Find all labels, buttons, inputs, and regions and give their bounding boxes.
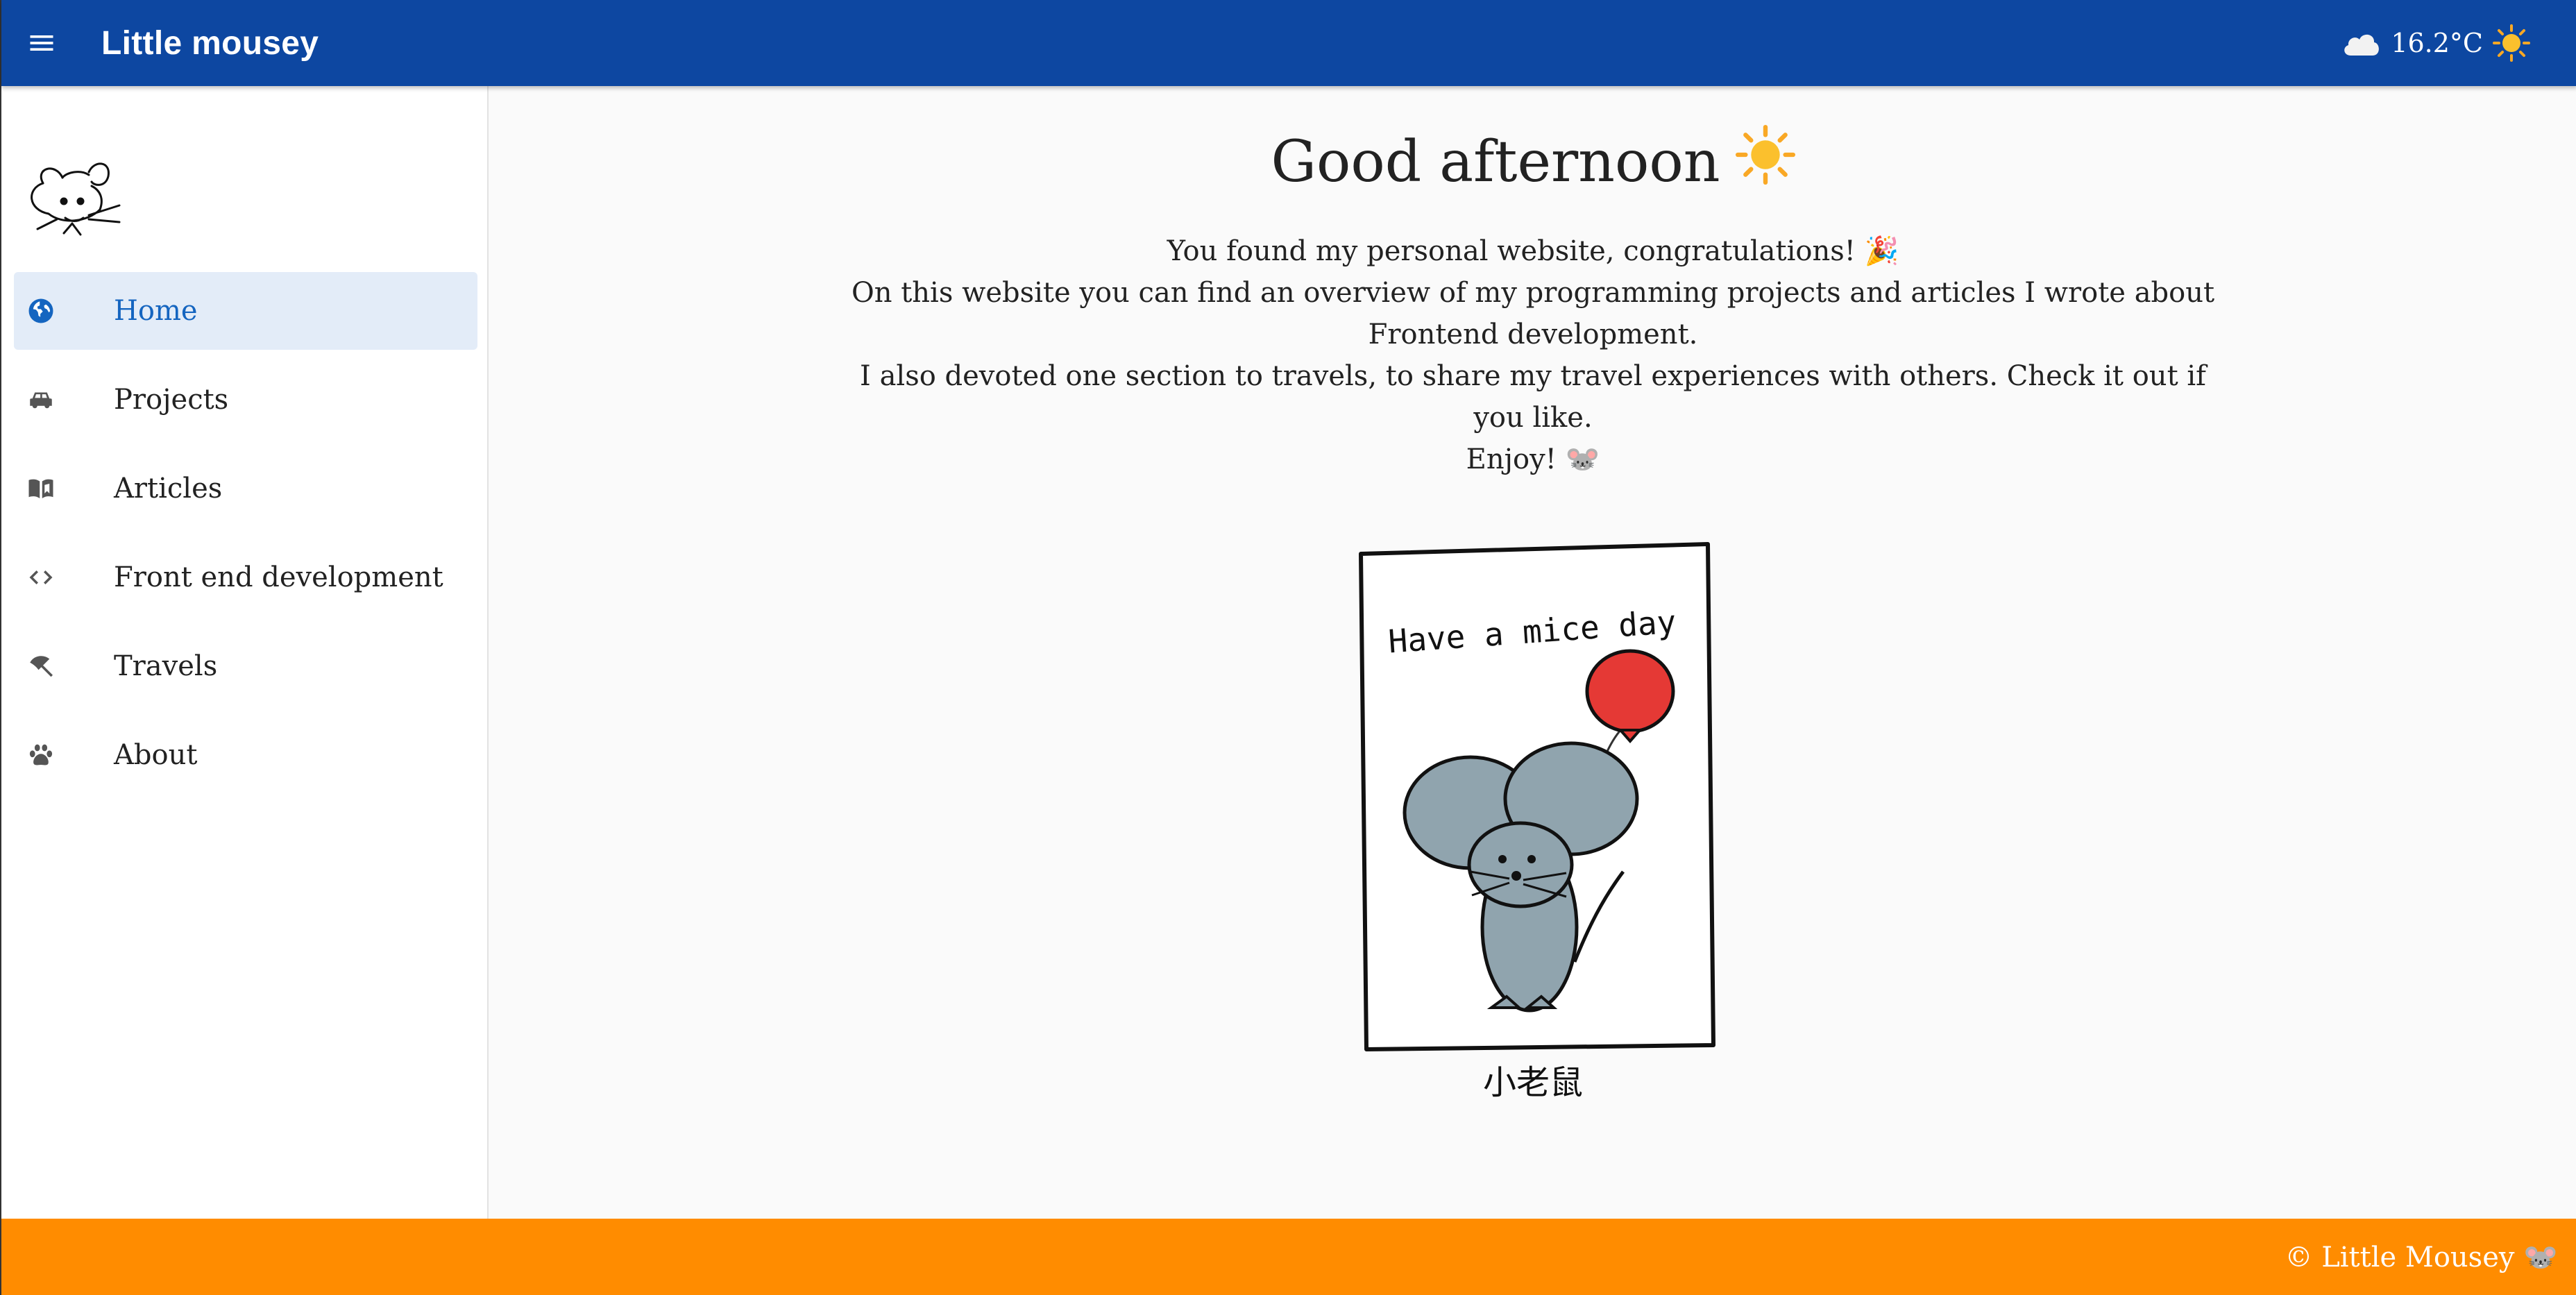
beach-umbrella-icon [26, 652, 56, 681]
intro-line: On this website you can find an overview… [851, 277, 2215, 350]
sidebar-item-front-end-development[interactable]: Front end development [14, 539, 477, 616]
sidebar-nav: Home Projects Articles Front end develop… [14, 272, 477, 805]
sidebar-item-about[interactable]: About [14, 716, 477, 794]
globe-icon [26, 296, 56, 325]
mice-day-card-image: Have a mice day [1359, 542, 1715, 1051]
intro-line: Enjoy! 🐭 [1466, 443, 1600, 475]
sidebar-item-label: Home [114, 295, 198, 327]
mouse-card: Have a mice day [489, 539, 2576, 1052]
sidebar-item-articles[interactable]: Articles [14, 450, 477, 527]
sidebar-item-travels[interactable]: Travels [14, 627, 477, 705]
car-icon [26, 385, 56, 414]
sidebar-item-label: Travels [114, 650, 218, 682]
paw-icon [26, 740, 56, 770]
cloud-icon [2341, 29, 2381, 57]
menu-icon[interactable] [14, 15, 69, 71]
greeting-text: Good afternoon [1271, 128, 1720, 195]
sun-icon [2493, 24, 2530, 62]
intro-text: You found my personal website, congratul… [489, 230, 2576, 480]
code-icon [26, 563, 56, 592]
app-bar: Little mousey 16.2°C [1, 0, 2576, 86]
book-icon [26, 474, 56, 503]
sidebar-item-projects[interactable]: Projects [14, 361, 477, 439]
sun-icon [1735, 125, 1795, 198]
intro-line: I also devoted one section to travels, t… [860, 360, 2206, 434]
main-content: Good afternoon You found my personal web… [489, 86, 2576, 1219]
footer: © Little Mousey 🐭 [1, 1219, 2576, 1295]
intro-line: You found my personal website, congratul… [1167, 235, 1899, 267]
greeting-heading: Good afternoon [489, 125, 2576, 198]
sidebar-item-label: Articles [114, 473, 223, 505]
weather-widget: 16.2°C [2341, 0, 2530, 86]
temperature: 16.2°C [2391, 28, 2483, 58]
sidebar-item-label: About [114, 739, 198, 771]
sidebar-item-label: Projects [114, 384, 229, 416]
footer-copyright: © Little Mousey 🐭 [2285, 1241, 2558, 1273]
app-title: Little mousey [101, 24, 319, 62]
mouse-logo [22, 155, 126, 253]
sidebar-item-home[interactable]: Home [14, 272, 477, 350]
sidebar-item-label: Front end development [114, 561, 443, 593]
image-caption: 小老鼠 [1482, 1063, 1583, 1102]
sidebar: Home Projects Articles Front end develop… [1, 86, 489, 1219]
